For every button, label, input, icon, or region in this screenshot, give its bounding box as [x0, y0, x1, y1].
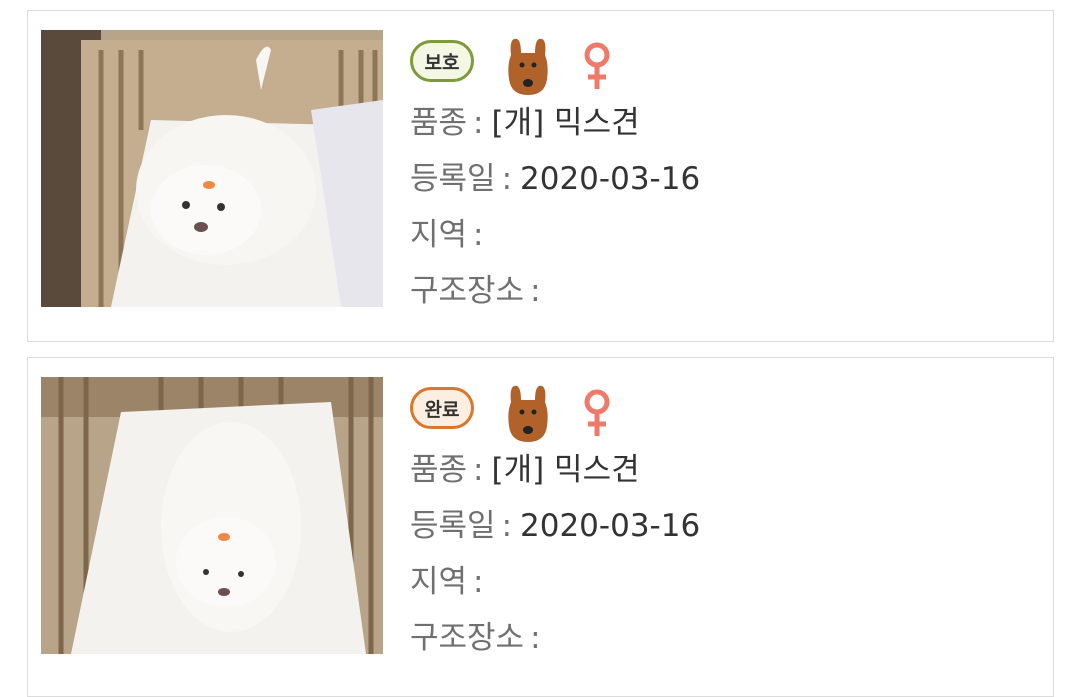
status-badge: 보호	[410, 40, 474, 82]
field-registered-date: 등록일:2020-03-16	[410, 161, 701, 197]
field-region: 지역:	[410, 564, 484, 600]
status-badge: 완료	[410, 387, 474, 429]
animal-card[interactable]: 보호 품종: [개] 믹스견 등록일:2020-03-16 지역: 구조장소:	[27, 10, 1054, 342]
animal-photo[interactable]	[41, 30, 383, 307]
puppy-in-basket-image	[41, 377, 383, 654]
field-breed: 품종: [개] 믹스견	[410, 452, 640, 488]
animal-photo[interactable]	[41, 377, 383, 654]
field-registered-date: 등록일:2020-03-16	[410, 508, 701, 544]
field-breed: 품종: [개] 믹스견	[410, 105, 640, 141]
dog-icon	[508, 385, 548, 442]
field-rescue-location: 구조장소:	[410, 273, 541, 309]
animal-card[interactable]: 완료 품종: [개] 믹스견 등록일:2020-03-16 지역: 구조장소:	[27, 357, 1054, 697]
puppy-in-basket-image	[41, 30, 383, 307]
female-icon	[584, 389, 610, 436]
female-icon	[584, 42, 610, 89]
field-rescue-location: 구조장소:	[410, 620, 541, 656]
field-region: 지역:	[410, 217, 484, 253]
dog-icon	[508, 38, 548, 95]
